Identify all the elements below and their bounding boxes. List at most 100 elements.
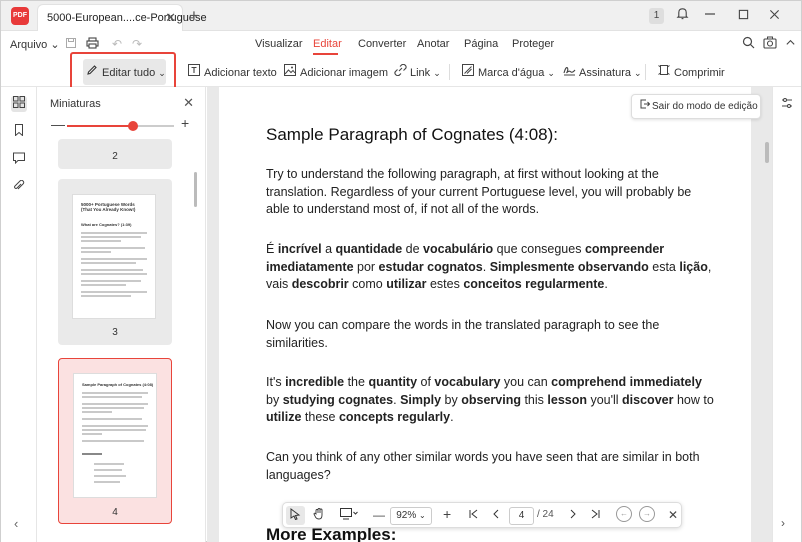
tab-editar[interactable]: Editar <box>313 38 342 50</box>
compress-button[interactable]: Comprimir <box>657 64 725 79</box>
bold-term: Simplesmente observando <box>489 259 649 274</box>
hand-tool-icon[interactable] <box>313 508 325 523</box>
first-page-icon[interactable] <box>469 508 478 522</box>
edit-all-label-group[interactable]: Editar tudo ⌄ <box>85 64 166 79</box>
paragraph-intro: Try to understand the following paragrap… <box>266 167 692 216</box>
link-icon <box>393 63 407 79</box>
tab-close-icon[interactable]: ✕ <box>165 10 176 26</box>
thumbnail-text-line <box>81 291 147 293</box>
expand-icon[interactable] <box>785 36 796 51</box>
signature-label: Assinatura <box>579 67 631 79</box>
bold-term: lesson <box>547 392 587 407</box>
document-page: Sample Paragraph of Cognates (4:08): Try… <box>219 87 751 542</box>
thumbnail-title-line: (That You Already Know!) <box>81 207 136 212</box>
total-pages: / 24 <box>537 509 554 520</box>
print-icon[interactable] <box>86 37 99 52</box>
thumbnail-text-line <box>81 236 141 238</box>
tab-converter[interactable]: Converter <box>358 38 406 50</box>
maximize-icon[interactable] <box>734 7 752 25</box>
zoom-out-icon[interactable]: — <box>51 116 65 132</box>
close-icon[interactable] <box>765 7 783 25</box>
thumbnails-icon[interactable] <box>11 96 27 112</box>
arquivo-menu[interactable]: Arquivo ⌄ <box>10 38 60 51</box>
text-run: a <box>321 242 336 256</box>
compress-label: Comprimir <box>674 67 725 79</box>
undo-icon[interactable]: ↶ <box>112 37 122 51</box>
right-sidebar-rail: › <box>772 87 801 542</box>
watermark-button[interactable]: Marca d'água ⌄ <box>461 64 555 79</box>
current-page-input[interactable]: 4 <box>509 507 534 525</box>
collapse-left-icon[interactable]: ‹ <box>14 516 18 531</box>
bold-term: lição <box>679 259 708 274</box>
comment-icon[interactable] <box>11 152 27 168</box>
text-run: por <box>353 259 379 274</box>
zoom-level-select[interactable]: 92% ⌄ <box>390 507 432 525</box>
thumbnail-text-line <box>81 262 136 264</box>
text-run: de <box>402 242 424 256</box>
zoom-slider-thumb[interactable] <box>128 121 139 131</box>
zoom-in-icon[interactable]: + <box>181 115 189 131</box>
panel-close-icon[interactable]: ✕ <box>183 95 194 111</box>
document-scrollbar[interactable] <box>765 142 769 163</box>
thumbnail-zoom-slider[interactable] <box>67 121 174 131</box>
new-tab-button[interactable]: + <box>189 6 199 26</box>
thumbnail-page-2[interactable]: 2 <box>58 139 172 169</box>
thumbnail-number: 2 <box>112 151 118 162</box>
minimize-icon[interactable] <box>701 7 719 25</box>
bold-term: utilizar <box>386 277 427 291</box>
redo-icon[interactable]: ↷ <box>132 37 142 51</box>
close-pagebar-icon[interactable]: ✕ <box>668 508 678 522</box>
exit-edit-mode-button[interactable]: Sair do modo de edição <box>631 94 761 119</box>
search-icon[interactable] <box>742 36 755 52</box>
thumbnail-page-3[interactable]: 5000+ Portuguese Words (That You Already… <box>58 179 172 345</box>
save-icon[interactable] <box>65 37 77 52</box>
tab-pagina[interactable]: Página <box>464 38 498 50</box>
previous-page-icon[interactable] <box>493 508 499 522</box>
document-tab[interactable]: 5000-European....ce-Portuguese ✕ <box>37 4 207 31</box>
bold-term: studying cognates <box>282 392 394 407</box>
thumbnail-text-line <box>82 433 102 435</box>
tab-label: 5000-European....ce-Portuguese <box>47 12 207 24</box>
thumbnail-text-line <box>82 392 148 394</box>
camera-icon[interactable] <box>763 36 777 52</box>
add-text-button[interactable]: Adicionar texto <box>187 64 277 79</box>
paragraph-portuguese: É incrível a quantidade de vocabulário q… <box>266 241 716 294</box>
next-page-icon[interactable] <box>570 508 576 522</box>
add-image-label: Adicionar imagem <box>300 67 389 79</box>
text-run: you'll <box>587 392 623 407</box>
thumbnail-text-line <box>81 295 131 297</box>
zoom-in-button[interactable]: + <box>443 506 451 522</box>
tab-proteger[interactable]: Proteger <box>512 38 554 50</box>
bookmark-icon[interactable] <box>11 124 27 140</box>
tab-anotar[interactable]: Anotar <box>417 38 449 50</box>
thumbnail-page-4[interactable]: Sample Paragraph of Cognates (4:08) 4 <box>58 358 172 524</box>
text-run: que consegues <box>493 242 585 256</box>
panel-scrollbar[interactable] <box>194 172 197 207</box>
last-page-icon[interactable] <box>591 508 600 522</box>
bell-icon[interactable] <box>673 7 691 25</box>
cursor-select-icon[interactable] <box>290 508 301 523</box>
chevron-down-icon: ⌄ <box>547 68 555 78</box>
thumbnail-text-line <box>82 403 148 405</box>
tab-visualizar[interactable]: Visualizar <box>255 38 303 50</box>
attachment-icon[interactable] <box>11 179 27 196</box>
thumbnail-text-line <box>81 247 145 249</box>
back-view-icon[interactable]: ← <box>616 506 632 522</box>
signature-button[interactable]: Assinatura ⌄ <box>562 64 642 79</box>
paragraph-compare: Now you can compare the words in the tra… <box>266 318 660 350</box>
watermark-icon <box>461 64 475 79</box>
link-button[interactable]: Link ⌄ <box>393 63 441 79</box>
tab-count-badge[interactable]: 1 <box>649 8 664 24</box>
text-run: . <box>604 277 608 291</box>
forward-view-icon[interactable]: → <box>639 506 655 522</box>
text-run: É <box>266 242 278 256</box>
page-display-icon[interactable] <box>340 508 358 523</box>
zoom-out-button[interactable]: — <box>373 508 385 522</box>
text-run: . <box>450 410 454 424</box>
bold-term: quantidade <box>335 242 403 256</box>
left-sidebar-rail: ‹ <box>1 87 37 542</box>
title-bar: PDF 5000-European....ce-Portuguese ✕ + 1 <box>1 1 801 31</box>
collapse-right-icon[interactable]: › <box>781 516 785 530</box>
add-image-button[interactable]: Adicionar imagem <box>283 64 388 79</box>
settings-sliders-icon[interactable] <box>781 97 793 112</box>
